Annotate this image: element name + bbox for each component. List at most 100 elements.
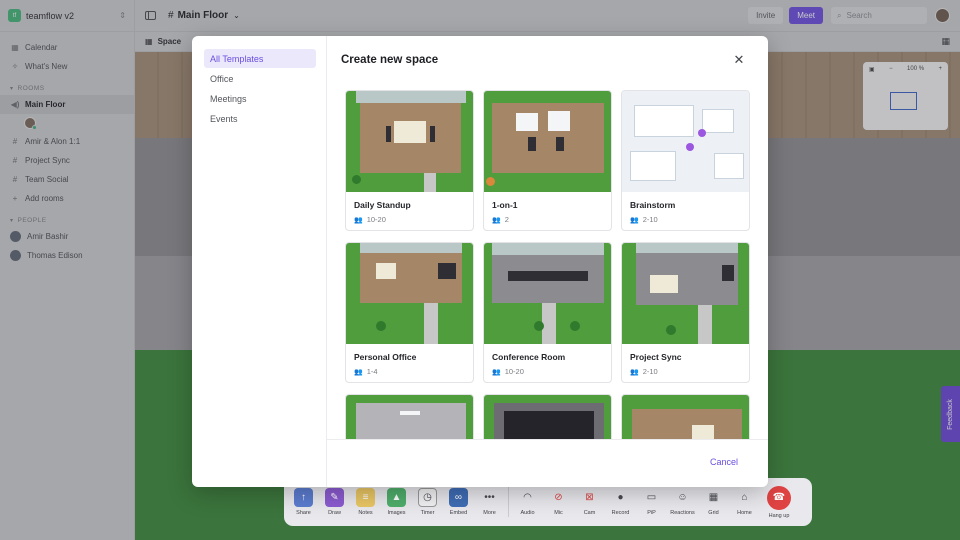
embed-button[interactable]: ∞ Embed (443, 488, 474, 516)
emoji-icon: ☺ (677, 492, 688, 503)
modal-title: Create new space (341, 54, 439, 66)
template-thumbnail (622, 395, 749, 439)
template-thumbnail (622, 91, 749, 192)
dock-label: Notes (358, 510, 373, 516)
headphones-icon: ◠ (523, 492, 532, 503)
dock-label: PiP (647, 510, 656, 516)
timer-icon: ◷ (418, 488, 437, 507)
template-capacity: 👥 2-10 (630, 215, 658, 224)
template-grid: Daily Standup 👥 10-20 1-on-1 👥 2 Brainst… (345, 90, 753, 439)
template-name: Project Sync (630, 352, 682, 362)
people-icon: 👥 (354, 216, 363, 224)
dock-label: Images (387, 510, 406, 516)
capacity-value: 2 (504, 215, 509, 224)
template-card[interactable] (345, 394, 474, 439)
dock-label: Home (737, 510, 752, 516)
dock-label: Embed (449, 510, 468, 516)
dock-label: Grid (708, 510, 719, 516)
share-icon: ↑ (294, 488, 313, 507)
capacity-value: 2-10 (642, 215, 658, 224)
hang-up-button[interactable]: ☎ Hang up (760, 485, 798, 519)
close-icon[interactable]: ✕ (732, 52, 746, 67)
dock-label: Draw (328, 510, 341, 516)
template-category-nav: All Templates Office Meetings Events (192, 36, 327, 487)
template-name: Conference Room (492, 352, 566, 362)
notes-icon: ≡ (356, 488, 375, 507)
category-all-templates[interactable]: All Templates (204, 49, 316, 68)
people-icon: 👥 (492, 216, 501, 224)
draw-icon: ✎ (325, 488, 344, 507)
dock-label: Cam (583, 510, 596, 516)
mic-button[interactable]: ⊘ Mic (543, 488, 574, 516)
template-thumbnail (622, 243, 749, 344)
share-button[interactable]: ↑ Share (288, 488, 319, 516)
template-capacity: 👥 1-4 (354, 367, 378, 376)
cancel-button[interactable]: Cancel (710, 457, 738, 467)
draw-button[interactable]: ✎ Draw (319, 488, 350, 516)
record-button[interactable]: ● Record (605, 488, 636, 516)
hangup-icon: ☎ (767, 485, 791, 510)
people-icon: 👥 (630, 216, 639, 224)
dock-label: More (483, 510, 496, 516)
template-capacity: 👥 10-20 (354, 215, 386, 224)
template-card-1-on-1[interactable]: 1-on-1 👥 2 (483, 90, 612, 231)
grid-icon: ▦ (708, 492, 719, 503)
reactions-button[interactable]: ☺ Reactions (667, 488, 698, 516)
dock-label: Timer (420, 510, 435, 516)
template-card-brainstorm[interactable]: Brainstorm 👥 2-10 (621, 90, 750, 231)
template-card-project-sync[interactable]: Project Sync 👥 2-10 (621, 242, 750, 383)
dock-label: Reactions (670, 510, 695, 516)
dock-divider (508, 487, 509, 517)
image-icon: ▲ (387, 488, 406, 507)
template-name: Personal Office (354, 352, 417, 362)
template-card[interactable] (621, 394, 750, 439)
people-icon: 👥 (492, 368, 501, 376)
mic-off-icon: ⊘ (554, 492, 563, 503)
dock-label: Mic (554, 510, 563, 516)
dock-label: Share (296, 510, 311, 516)
dock-label: Hang up (768, 512, 790, 519)
link-icon: ∞ (449, 488, 468, 507)
template-card[interactable] (483, 394, 612, 439)
template-card-daily-standup[interactable]: Daily Standup 👥 10-20 (345, 90, 474, 231)
capacity-value: 10-20 (366, 215, 386, 224)
capacity-value: 10-20 (504, 367, 524, 376)
template-thumbnail (346, 243, 473, 344)
template-card-conference-room[interactable]: Conference Room 👥 10-20 (483, 242, 612, 383)
people-icon: 👥 (354, 368, 363, 376)
template-name: 1-on-1 (492, 200, 518, 210)
pip-button[interactable]: ▭ PiP (636, 488, 667, 516)
audio-button[interactable]: ◠ Audio (512, 488, 543, 516)
template-thumbnail (484, 91, 611, 192)
pip-icon: ▭ (646, 492, 657, 503)
template-capacity: 👥 2 (492, 215, 509, 224)
category-office[interactable]: Office (204, 69, 316, 88)
camera-off-icon: ⊠ (585, 492, 594, 503)
template-thumbnail (484, 243, 611, 344)
people-icon: 👥 (630, 368, 639, 376)
template-thumbnail (484, 395, 611, 439)
capacity-value: 1-4 (366, 367, 378, 376)
home-button[interactable]: ⌂ Home (729, 488, 760, 516)
template-capacity: 👥 10-20 (492, 367, 524, 376)
grid-button[interactable]: ▦ Grid (698, 488, 729, 516)
template-capacity: 👥 2-10 (630, 367, 658, 376)
template-name: Daily Standup (354, 200, 411, 210)
category-meetings[interactable]: Meetings (204, 89, 316, 108)
dock-label: Record (611, 510, 630, 516)
category-events[interactable]: Events (204, 109, 316, 128)
home-icon: ⌂ (741, 492, 748, 503)
modal-footer-divider (327, 439, 768, 440)
template-name: Brainstorm (630, 200, 676, 210)
record-icon: ● (617, 492, 624, 503)
notes-button[interactable]: ≡ Notes (350, 488, 381, 516)
cam-button[interactable]: ⊠ Cam (574, 488, 605, 516)
create-space-modal: All Templates Office Meetings Events Cre… (192, 36, 768, 487)
more-icon: ••• (484, 492, 495, 503)
timer-button[interactable]: ◷ Timer (412, 488, 443, 516)
template-thumbnail (346, 91, 473, 192)
more-button[interactable]: ••• More (474, 488, 505, 516)
capacity-value: 2-10 (642, 367, 658, 376)
template-card-personal-office[interactable]: Personal Office 👥 1-4 (345, 242, 474, 383)
images-button[interactable]: ▲ Images (381, 488, 412, 516)
